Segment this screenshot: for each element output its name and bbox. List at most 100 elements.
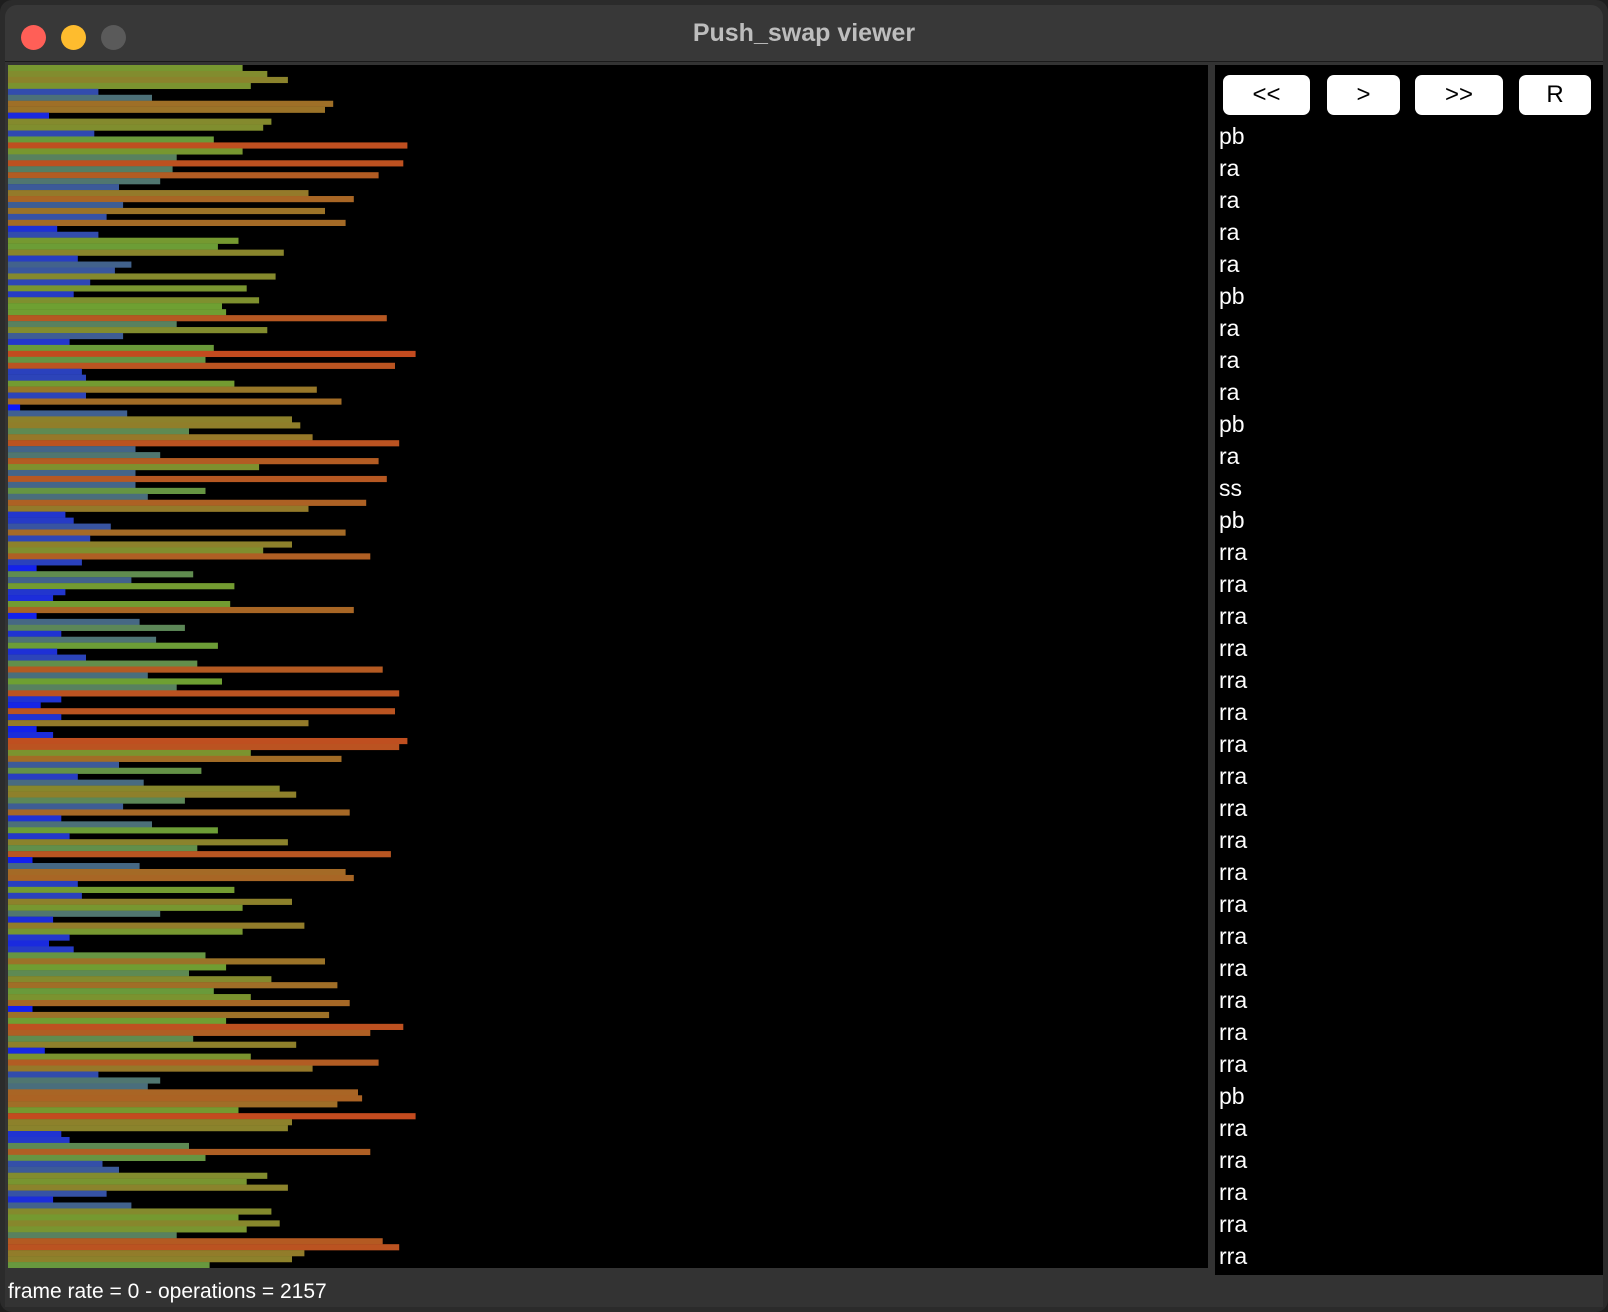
stack-bar [8, 249, 284, 256]
stack-bar [8, 368, 82, 375]
stack-bar [8, 452, 161, 459]
stack-bar [8, 964, 227, 971]
stack-bar [8, 583, 235, 590]
stack-bar [8, 803, 124, 810]
stack-bar [8, 779, 144, 786]
stack-bar [8, 559, 82, 566]
stack-bar [8, 1136, 70, 1144]
title-bar[interactable]: Push_swap viewer [5, 5, 1603, 62]
stack-bar [8, 815, 62, 822]
stack-bar [8, 172, 379, 179]
operation-item: ra [1219, 347, 1240, 373]
stack-bar [8, 636, 157, 643]
stack-bar [8, 1083, 148, 1090]
stack-bar [8, 868, 346, 876]
operation-item: pb [1219, 283, 1245, 309]
stack-bar [8, 690, 400, 697]
stack-bar [8, 773, 78, 780]
operation-item: rra [1219, 1019, 1248, 1045]
fast-forward-button[interactable]: >> [1415, 75, 1503, 115]
play-step-button[interactable]: > [1327, 75, 1400, 115]
stack-bar [8, 1262, 210, 1268]
reset-button[interactable]: R [1519, 75, 1591, 115]
stack-bar [8, 749, 251, 757]
stack-visualization [8, 65, 1208, 1268]
status-bar: frame rate = 0 - operations = 2157 [8, 1280, 327, 1303]
operation-item: rra [1219, 859, 1248, 885]
stack-bar [8, 267, 115, 274]
stack-bar [8, 505, 309, 512]
stack-bar [8, 231, 99, 238]
stack-bar [8, 565, 37, 572]
stack-bar [8, 630, 62, 637]
stack-bar [8, 958, 325, 965]
stack-bar [8, 791, 297, 798]
stack-bar [8, 553, 371, 560]
stack-bar [8, 464, 260, 471]
stack-bar [8, 1035, 194, 1042]
stack-bar [8, 1000, 350, 1007]
stack-bar [8, 892, 82, 899]
stack-bar [8, 255, 78, 262]
stack-bar [8, 851, 391, 858]
operation-item: ra [1219, 187, 1240, 213]
stack-bar [8, 1017, 227, 1025]
stack-bar [8, 1244, 400, 1251]
stack-bar [8, 225, 58, 232]
stack-bar [8, 910, 161, 917]
stack-bar [8, 374, 86, 381]
rewind-button[interactable]: << [1223, 75, 1310, 115]
stack-bar [8, 1113, 416, 1120]
stack-bar [8, 100, 334, 107]
stack-bar [8, 243, 218, 250]
stack-bar [8, 333, 124, 340]
operation-item: ra [1219, 219, 1240, 245]
stack-bar [8, 511, 66, 518]
stack-bar [8, 922, 305, 929]
stack-bar [8, 1256, 292, 1263]
stack-bar [8, 386, 317, 393]
stack-bar [8, 1053, 251, 1060]
operation-item: ra [1219, 443, 1240, 469]
stack-bar [8, 1160, 103, 1167]
operation-item: rra [1219, 731, 1248, 757]
stack-bar [8, 708, 395, 715]
stack-bar [8, 350, 416, 358]
stack-bar [8, 672, 148, 679]
stack-bar [8, 136, 214, 143]
stack-bar [8, 1196, 54, 1203]
stack-bar [8, 1011, 330, 1019]
stack-bar [8, 124, 264, 131]
stack-bar [8, 523, 111, 530]
stack-bar [8, 547, 264, 554]
stack-bar [8, 940, 49, 947]
stack-bar [8, 755, 342, 762]
operation-item: rra [1219, 1115, 1248, 1141]
stack-bar [8, 743, 400, 751]
stack-bar [8, 600, 231, 608]
stack-bar [8, 475, 387, 483]
stack-bar [8, 291, 74, 298]
stack-bar [8, 178, 161, 185]
stack-bar [8, 946, 74, 953]
stack-bar [8, 612, 37, 620]
stack-bar [8, 309, 227, 316]
stack-bar [8, 976, 272, 983]
stack-bar [8, 154, 177, 161]
operation-item: pb [1219, 411, 1245, 437]
stack-bar [8, 106, 325, 113]
stack-a-bars [8, 65, 416, 1268]
stack-bar [8, 767, 202, 774]
operation-item: rra [1219, 1211, 1248, 1237]
stack-bar [8, 904, 243, 911]
operations-list[interactable]: pb ra ra ra ra pb ra ra ra pb ra ss pb rra rra rra rra rr… [1219, 120, 1599, 1272]
operation-item: ra [1219, 251, 1240, 277]
window-title: Push_swap viewer [692, 19, 916, 47]
stack-bar [8, 201, 124, 209]
stack-bar [8, 481, 136, 489]
stack-bar [8, 666, 383, 673]
stack-bar [8, 344, 214, 352]
operation-item: rra [1219, 827, 1248, 853]
operation-item: rra [1219, 699, 1248, 725]
stack-bar [8, 1089, 358, 1096]
